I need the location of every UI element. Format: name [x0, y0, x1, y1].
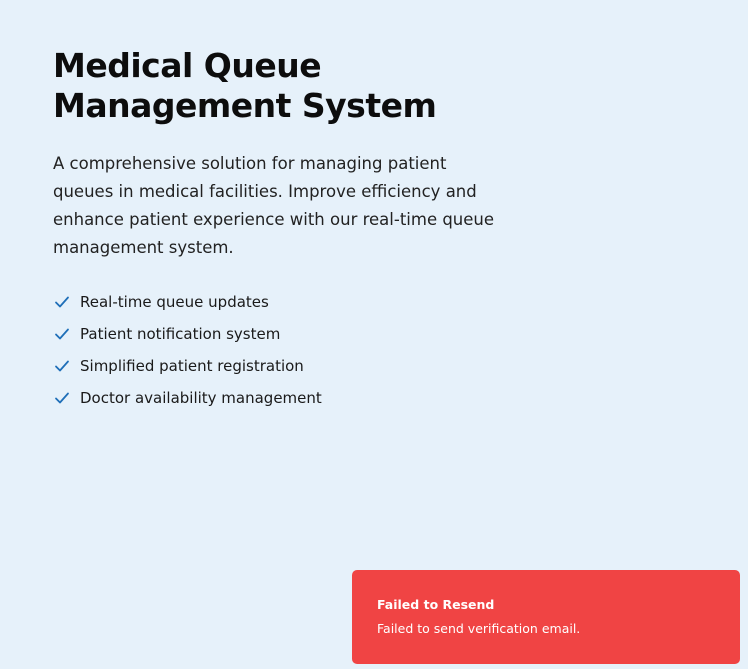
- check-icon: [53, 357, 71, 375]
- feature-item: Patient notification system: [53, 318, 513, 350]
- feature-item: Simplified patient registration: [53, 350, 513, 382]
- toast-message: Failed to send verification email.: [377, 621, 581, 636]
- error-toast[interactable]: Failed to Resend Failed to send verifica…: [352, 570, 740, 664]
- check-icon: [53, 325, 71, 343]
- feature-item: Real-time queue updates: [53, 286, 513, 318]
- feature-label: Doctor availability management: [80, 389, 322, 407]
- feature-label: Patient notification system: [80, 325, 281, 343]
- feature-label: Simplified patient registration: [80, 357, 304, 375]
- hero-section: Medical Queue Management System A compre…: [53, 46, 513, 414]
- toast-title: Failed to Resend: [377, 597, 495, 612]
- feature-list: Real-time queue updates Patient notifica…: [53, 286, 513, 414]
- page-title: Medical Queue Management System: [53, 46, 437, 125]
- feature-item: Doctor availability management: [53, 382, 513, 414]
- hero-description: A comprehensive solution for managing pa…: [53, 154, 495, 257]
- check-icon: [53, 293, 71, 311]
- feature-label: Real-time queue updates: [80, 293, 269, 311]
- check-icon: [53, 389, 71, 407]
